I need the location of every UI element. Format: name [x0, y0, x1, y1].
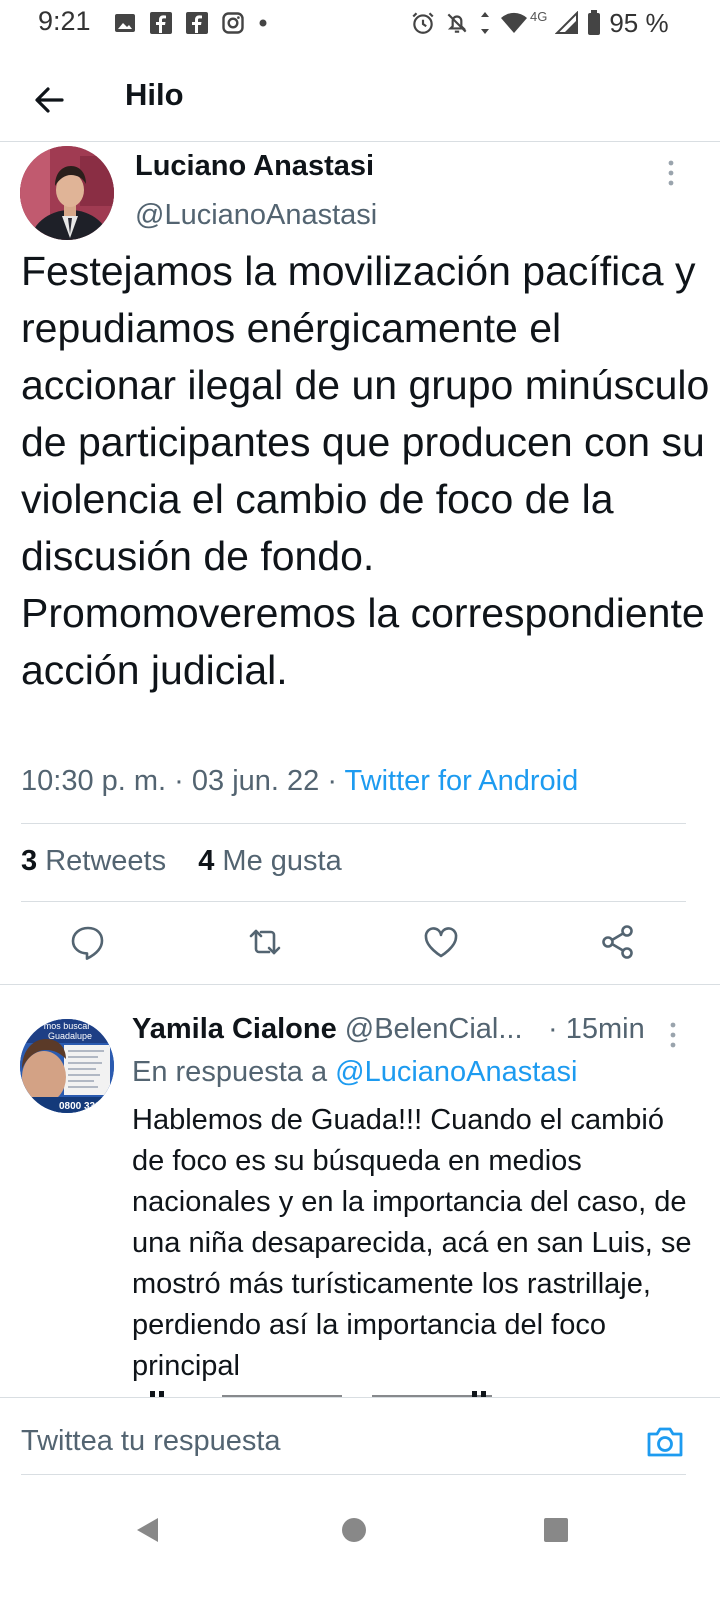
tweet-meta: 10:30 p. m. · 03 jun. 22 · Twitter for A… — [21, 765, 578, 798]
system-navigation-bar — [0, 1480, 720, 1600]
status-bar: 9:21 4G 95 % — [0, 0, 720, 48]
reply-author-handle[interactable]: @BelenCial... — [345, 1013, 523, 1045]
likes-label: Me gusta — [222, 845, 342, 877]
meta-separator: · — [319, 765, 345, 797]
battery-icon — [587, 10, 601, 36]
reply-text: Hablemos de Guada!!! Cuando el cambió de… — [132, 1104, 692, 1382]
divider — [0, 1397, 720, 1398]
avatar[interactable] — [20, 146, 114, 240]
share-icon[interactable] — [596, 920, 640, 964]
camera-icon[interactable] — [644, 1421, 686, 1463]
notification-icons — [113, 8, 269, 38]
retweets-label: Retweets — [45, 845, 167, 877]
reply-author-name[interactable]: Yamila Cialone — [132, 1013, 337, 1045]
avatar-phone-text: 0800 333 5 — [59, 1101, 109, 1112]
home-circle-icon[interactable] — [334, 1510, 374, 1550]
more-options-icon[interactable] — [658, 158, 684, 188]
cell-signal-icon — [555, 11, 579, 35]
status-time: 9:21 — [38, 6, 91, 36]
app-header: Hilo — [0, 60, 720, 142]
avatar-text-line2: Guadalupe — [48, 1031, 92, 1041]
recents-square-icon[interactable] — [536, 1510, 576, 1550]
likes-stat[interactable]: 4 Me gusta — [198, 845, 342, 877]
retweets-count: 3 — [21, 845, 38, 877]
tweet-time: 10:30 p. m. — [21, 765, 167, 797]
reply-avatar[interactable]: mos buscar Guadalupe 0800 333 5 — [20, 1019, 114, 1113]
tweet-text: Festejamos la movilización pacífica y re… — [21, 248, 710, 693]
battery-percentage: 95 % — [609, 7, 669, 38]
in-reply-to: En respuesta a @LucianoAnastasi — [132, 1056, 577, 1089]
in-reply-mention[interactable]: @LucianoAnastasi — [335, 1056, 577, 1088]
retweets-stat[interactable]: 3 Retweets — [21, 845, 166, 877]
wifi-icon — [500, 11, 528, 35]
header-divider — [0, 141, 720, 142]
more-notifications-dot-icon — [257, 17, 269, 29]
avatar-text-line1: mos buscar — [44, 1021, 91, 1031]
reply-more-options-icon[interactable] — [660, 1020, 686, 1050]
divider — [21, 1474, 686, 1475]
reply-time: · 15min — [548, 1013, 645, 1045]
divider — [0, 984, 720, 985]
muted-bell-icon — [444, 10, 470, 36]
back-arrow-icon[interactable] — [28, 78, 72, 122]
divider — [21, 901, 686, 902]
gallery-icon — [113, 11, 137, 35]
alarm-icon — [410, 10, 436, 36]
tweet-source[interactable]: Twitter for Android — [345, 765, 579, 797]
instagram-icon — [221, 11, 245, 35]
facebook-icon — [149, 11, 173, 35]
system-icons: 4G 95 % — [410, 8, 669, 38]
page-title: Hilo — [125, 77, 184, 112]
data-arrows-icon — [478, 10, 492, 36]
meta-separator: · — [166, 765, 192, 797]
divider — [21, 823, 686, 824]
tweet-date: 03 jun. 22 — [191, 765, 320, 797]
reply-icon[interactable] — [66, 920, 110, 964]
retweet-icon[interactable] — [243, 920, 287, 964]
tweet-stats: 3 Retweets 4 Me gusta — [21, 845, 342, 878]
network-type: 4G — [530, 8, 548, 24]
facebook-icon — [185, 11, 209, 35]
author-name[interactable]: Luciano Anastasi — [135, 150, 374, 183]
likes-count: 4 — [198, 845, 215, 877]
in-reply-prefix: En respuesta a — [132, 1056, 328, 1088]
reply-header: Yamila Cialone @BelenCial... — [132, 1013, 523, 1046]
back-triangle-icon[interactable] — [128, 1510, 168, 1550]
like-heart-icon[interactable] — [419, 920, 463, 964]
author-handle[interactable]: @LucianoAnastasi — [135, 199, 377, 232]
reply-input[interactable]: Twittea tu respuesta — [21, 1425, 281, 1458]
